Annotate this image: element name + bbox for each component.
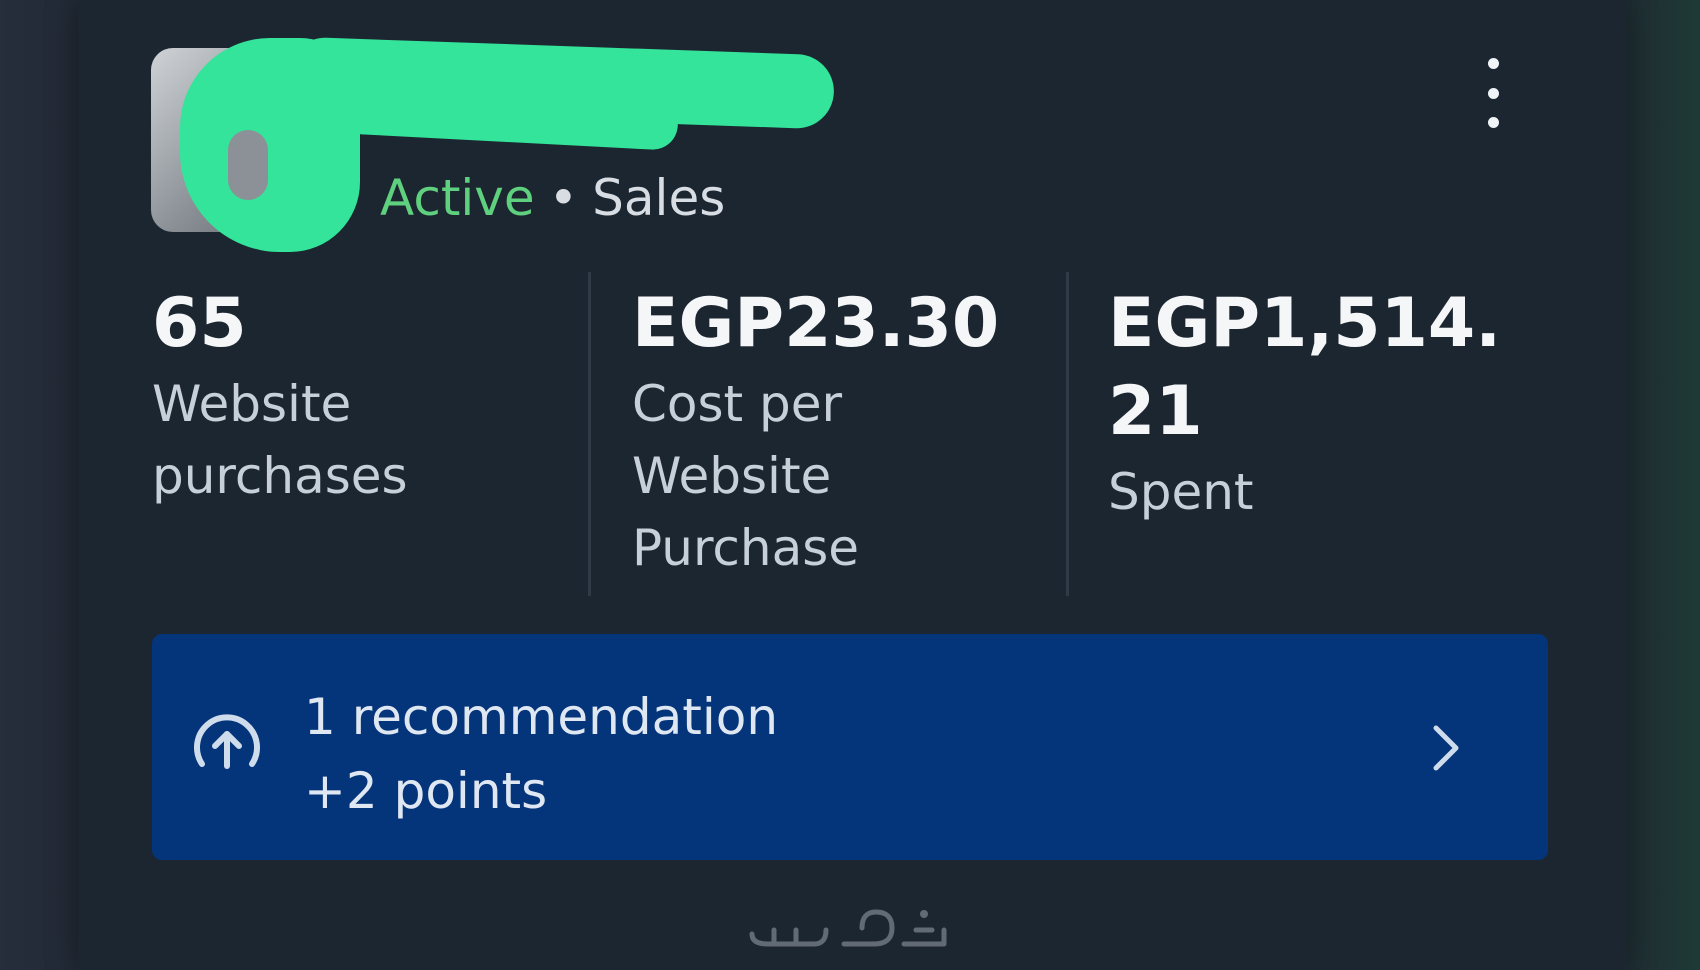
metric-website-purchases: 65 Website purchases — [152, 280, 552, 512]
more-options-icon[interactable] — [1473, 58, 1513, 128]
watermark-logo — [749, 909, 947, 947]
divider — [588, 272, 591, 596]
metric-label: Spent — [1108, 463, 1254, 521]
more-dot — [1487, 87, 1499, 99]
metric-value: 65 — [152, 284, 247, 363]
metric-cost-per-purchase: EGP23.30 Cost per Website Purchase — [632, 280, 1032, 584]
metric-value: EGP23.30 — [632, 284, 1000, 363]
status-separator: • — [548, 169, 579, 227]
ad-card[interactable]: Active • Sales 65 Website purchases EGP23.… — [78, 0, 1626, 970]
arrow-up-circle-icon — [194, 714, 260, 769]
metric-spent: EGP1,514.21 Spent — [1108, 280, 1548, 528]
recommendation-title: 1 recommendation — [304, 688, 779, 746]
recommendation-banner[interactable]: 1 recommendation +2 points — [152, 634, 1548, 860]
metric-label: Cost per Website Purchase — [632, 375, 860, 577]
divider — [1066, 272, 1069, 596]
redaction-gap — [228, 130, 268, 200]
status-active: Active — [380, 169, 535, 227]
ad-status-row: Active • Sales — [380, 168, 725, 228]
metric-value: EGP1,514.21 — [1108, 284, 1502, 451]
more-dot — [1487, 58, 1499, 69]
chevron-right-icon — [1433, 725, 1459, 771]
campaign-objective: Sales — [592, 169, 726, 227]
metric-label: Website purchases — [152, 375, 408, 505]
more-dot — [1487, 117, 1499, 128]
recommendation-points: +2 points — [304, 762, 548, 820]
